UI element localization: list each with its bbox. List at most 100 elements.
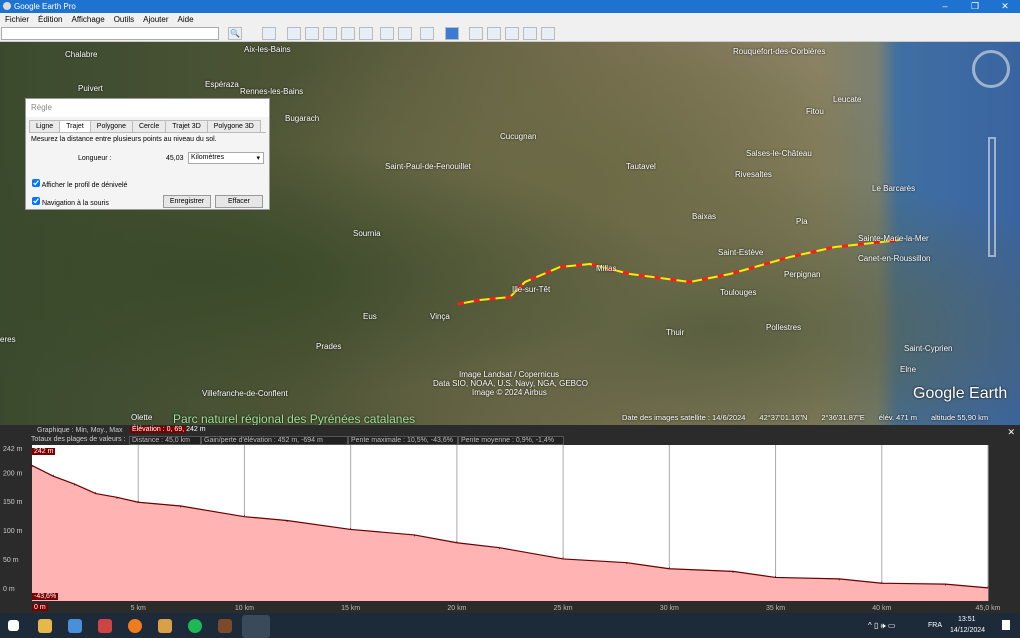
taskbar: ^ ▯ 🕪 ▭ FRA 13:51 14/12/2024 (0, 613, 1020, 638)
y-tick-label: 0 m (3, 586, 15, 593)
sunlight-icon[interactable] (398, 27, 412, 40)
sidebar-toggle-icon[interactable] (262, 27, 276, 40)
spotify-icon[interactable] (188, 619, 202, 633)
x-tick-label: 10 km (235, 605, 254, 612)
app-icon[interactable] (68, 619, 82, 633)
place-label: Rouquefort-des-Corbières (733, 47, 826, 56)
save-button[interactable]: Enregistrer (163, 195, 211, 208)
clock-date[interactable]: 14/12/2024 (950, 627, 985, 634)
ruler-description: Mesurez la distance entre plusieurs poin… (31, 136, 217, 143)
data-point (456, 541, 458, 543)
place-label: Chalabre (65, 50, 98, 59)
place-label: Perpignan (784, 270, 821, 279)
place-label: Aix-les-Bains (244, 45, 291, 54)
email-icon[interactable] (469, 27, 483, 40)
place-label: Canet-en-Roussillon (858, 254, 931, 263)
tab-1[interactable]: Trajet (59, 120, 91, 132)
place-label: Saint-Estève (718, 248, 764, 257)
start-windows-icon[interactable] (8, 620, 19, 631)
record-tour-icon[interactable] (359, 27, 373, 40)
app-icon (3, 2, 11, 10)
start-distance-tag: 0 m (32, 604, 48, 611)
add-polygon-icon[interactable] (305, 27, 319, 40)
elevation-chart[interactable]: 5 km 10 km 15 km 20 km 25 km 30 km 35 km 40 km 4… (0, 425, 1020, 613)
earth-gallery-icon[interactable] (541, 27, 555, 40)
window-title: Google Earth Pro (14, 2, 76, 11)
firefox-icon[interactable] (128, 619, 142, 633)
view-in-maps-icon[interactable] (523, 27, 537, 40)
google-earth-taskbar-icon[interactable] (242, 615, 270, 638)
tab-3[interactable]: Cercle (131, 120, 167, 132)
close-button[interactable]: ✕ (990, 0, 1020, 13)
menu-4[interactable]: Ajouter (143, 15, 168, 24)
place-label: Cucugnan (500, 132, 537, 141)
google-earth-logo: Google Earth (913, 385, 1008, 402)
tab-2[interactable]: Polygone (89, 120, 133, 132)
place-label: Thuir (666, 328, 685, 337)
notifications-icon[interactable] (1002, 620, 1010, 630)
y-tick-label: 150 m (3, 499, 23, 506)
show-profile-checkbox[interactable]: Afficher le profil de dénivelé (32, 179, 127, 189)
place-label: Pollestres (766, 323, 802, 332)
y-tick-label: 242 m (3, 446, 23, 453)
slope-tag: -43,6% (32, 593, 59, 600)
menu-3[interactable]: Outils (114, 15, 134, 24)
zoom-slider[interactable] (988, 137, 996, 257)
clear-button[interactable]: Effacer (215, 195, 263, 208)
add-image-overlay-icon[interactable] (341, 27, 355, 40)
data-point (498, 548, 500, 550)
historical-imagery-icon[interactable] (380, 27, 394, 40)
tab-0[interactable]: Ligne (29, 120, 61, 132)
unit-select[interactable]: Kilomètres ▾ (188, 152, 264, 164)
imagery-date: Date des images satellite : 14/6/2024 (622, 413, 746, 422)
ruler-icon[interactable] (445, 27, 459, 40)
mouse-nav-checkbox[interactable]: Navigation à la souris (32, 197, 109, 207)
menu-2[interactable]: Affichage (71, 15, 104, 24)
x-tick-label: 30 km (660, 605, 679, 612)
title-bar: Google Earth Pro – ❐ ✕ (0, 0, 1020, 13)
data-point (626, 563, 628, 565)
menu-5[interactable]: Aide (178, 15, 194, 24)
x-tick-label: 40 km (872, 605, 891, 612)
x-tick-label: 5 km (131, 605, 146, 612)
add-path-icon[interactable] (323, 27, 337, 40)
altitude: altitude 55,90 km (931, 413, 989, 422)
data-point (350, 527, 352, 529)
place-label: eres (0, 335, 16, 344)
place-label: Ille-sur-Têt (512, 285, 551, 294)
place-label: Olette (131, 413, 153, 422)
toolbar: 🔍 (0, 26, 1020, 42)
menu-1[interactable]: Édition (38, 15, 62, 24)
app-icon[interactable] (98, 619, 112, 633)
minimize-button[interactable]: – (930, 0, 960, 13)
data-point (116, 497, 118, 499)
app-icon[interactable] (218, 619, 232, 633)
data-point (73, 484, 75, 486)
place-label: Le Barcarès (872, 184, 916, 193)
print-icon[interactable] (487, 27, 501, 40)
add-placemark-icon[interactable] (287, 27, 301, 40)
tray-icons[interactable]: ^ ▯ 🕪 ▭ (868, 621, 895, 631)
tab-4[interactable]: Trajet 3D (165, 120, 208, 132)
attribution: Data SIO, NOAA, U.S. Navy, NGA, GEBCO (433, 379, 588, 388)
app-icon[interactable] (158, 619, 172, 633)
tab-5[interactable]: Polygone 3D (206, 120, 261, 132)
menu-0[interactable]: Fichier (5, 15, 29, 24)
search-input[interactable] (1, 27, 219, 40)
language-indicator[interactable]: FRA (928, 622, 942, 629)
data-point (775, 575, 777, 577)
navigation-compass[interactable] (972, 50, 1010, 88)
maximize-button[interactable]: ❐ (960, 0, 990, 13)
planets-icon[interactable] (420, 27, 434, 40)
search-icon[interactable]: 🔍 (228, 27, 242, 40)
save-image-icon[interactable] (505, 27, 519, 40)
clock-time[interactable]: 13:51 (958, 616, 976, 623)
data-point (52, 474, 54, 476)
place-label: Espéraza (205, 80, 239, 89)
file-explorer-icon[interactable] (38, 619, 52, 633)
place-label: Salses-le-Château (746, 149, 812, 158)
place-label: Sainte-Marie-la-Mer (858, 234, 929, 243)
latitude: 42°37'01.16"N (759, 413, 808, 422)
length-label: Longueur : (78, 155, 112, 162)
place-label: Puivert (78, 84, 103, 93)
